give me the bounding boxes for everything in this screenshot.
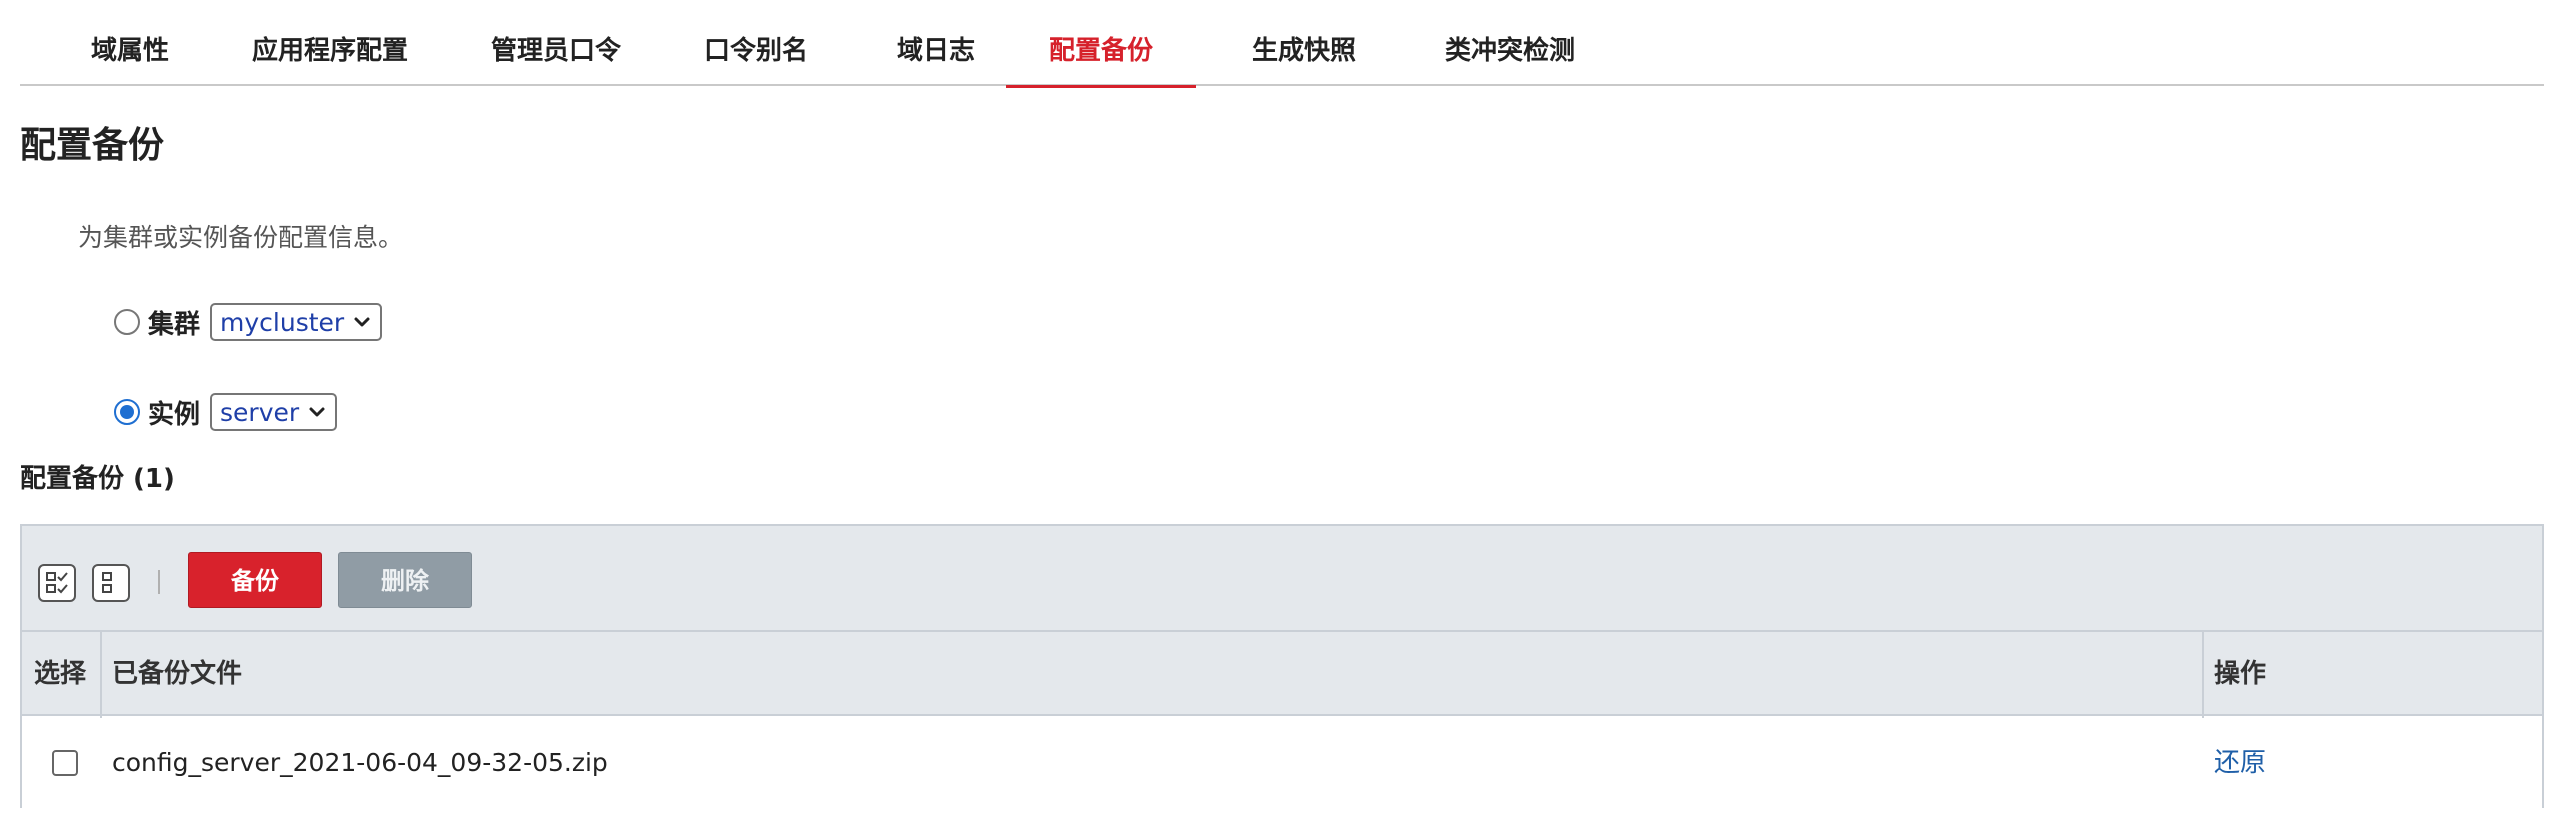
chevron-down-icon: [309, 407, 325, 417]
toolbar-divider: [158, 570, 160, 594]
cluster-select-value: mycluster: [220, 307, 345, 337]
page-title: 配置备份: [20, 125, 165, 166]
row-select-checkbox[interactable]: [52, 750, 78, 776]
instance-radio[interactable]: [114, 399, 140, 425]
restore-link[interactable]: 还原: [2214, 718, 2266, 808]
cluster-option: 集群 mycluster: [114, 300, 383, 344]
tab-config-backup[interactable]: 配置备份: [1006, 0, 1196, 88]
backups-table: 备份 删除 选择 已备份文件 操作 config_server_2021-06-…: [20, 524, 2544, 808]
select-all-icon[interactable]: [38, 564, 76, 602]
table-header: 选择 已备份文件 操作: [22, 632, 2542, 716]
tab-application-config[interactable]: 应用程序配置: [232, 0, 428, 86]
deselect-all-icon[interactable]: [92, 564, 130, 602]
backups-section-title: 配置备份 (1): [20, 464, 175, 494]
instance-label: 实例: [148, 399, 201, 430]
instance-option: 实例 server: [114, 390, 338, 434]
backup-button[interactable]: 备份: [188, 552, 322, 608]
tab-class-conflict-detection[interactable]: 类冲突检测: [1412, 0, 1608, 86]
tab-password-aliases[interactable]: 口令别名: [682, 0, 830, 86]
column-header-file[interactable]: 已备份文件: [112, 632, 242, 716]
tab-bar: 域属性 应用程序配置 管理员口令 口令别名 域日志 配置备份 生成快照 类冲突检…: [20, 0, 2544, 88]
tab-domain-logs[interactable]: 域日志: [876, 0, 996, 86]
table-toolbar: 备份 删除: [22, 526, 2542, 632]
cluster-radio[interactable]: [114, 309, 140, 335]
page-description: 为集群或实例备份配置信息。: [78, 223, 404, 252]
backup-file-name: config_server_2021-06-04_09-32-05.zip: [112, 748, 608, 777]
tab-snapshot[interactable]: 生成快照: [1220, 0, 1388, 86]
column-header-action: 操作: [2214, 659, 2267, 689]
tab-admin-password[interactable]: 管理员口令: [472, 0, 640, 86]
tab-domain-attributes[interactable]: 域属性: [70, 0, 190, 86]
delete-button[interactable]: 删除: [338, 552, 472, 608]
table-row: config_server_2021-06-04_09-32-05.zip 还原: [22, 718, 2542, 808]
column-header-select: 选择: [34, 659, 87, 689]
cluster-label: 集群: [148, 309, 201, 340]
instance-select[interactable]: server: [210, 393, 338, 431]
cluster-select[interactable]: mycluster: [210, 303, 383, 341]
chevron-down-icon: [354, 317, 370, 327]
instance-select-value: server: [220, 397, 300, 427]
